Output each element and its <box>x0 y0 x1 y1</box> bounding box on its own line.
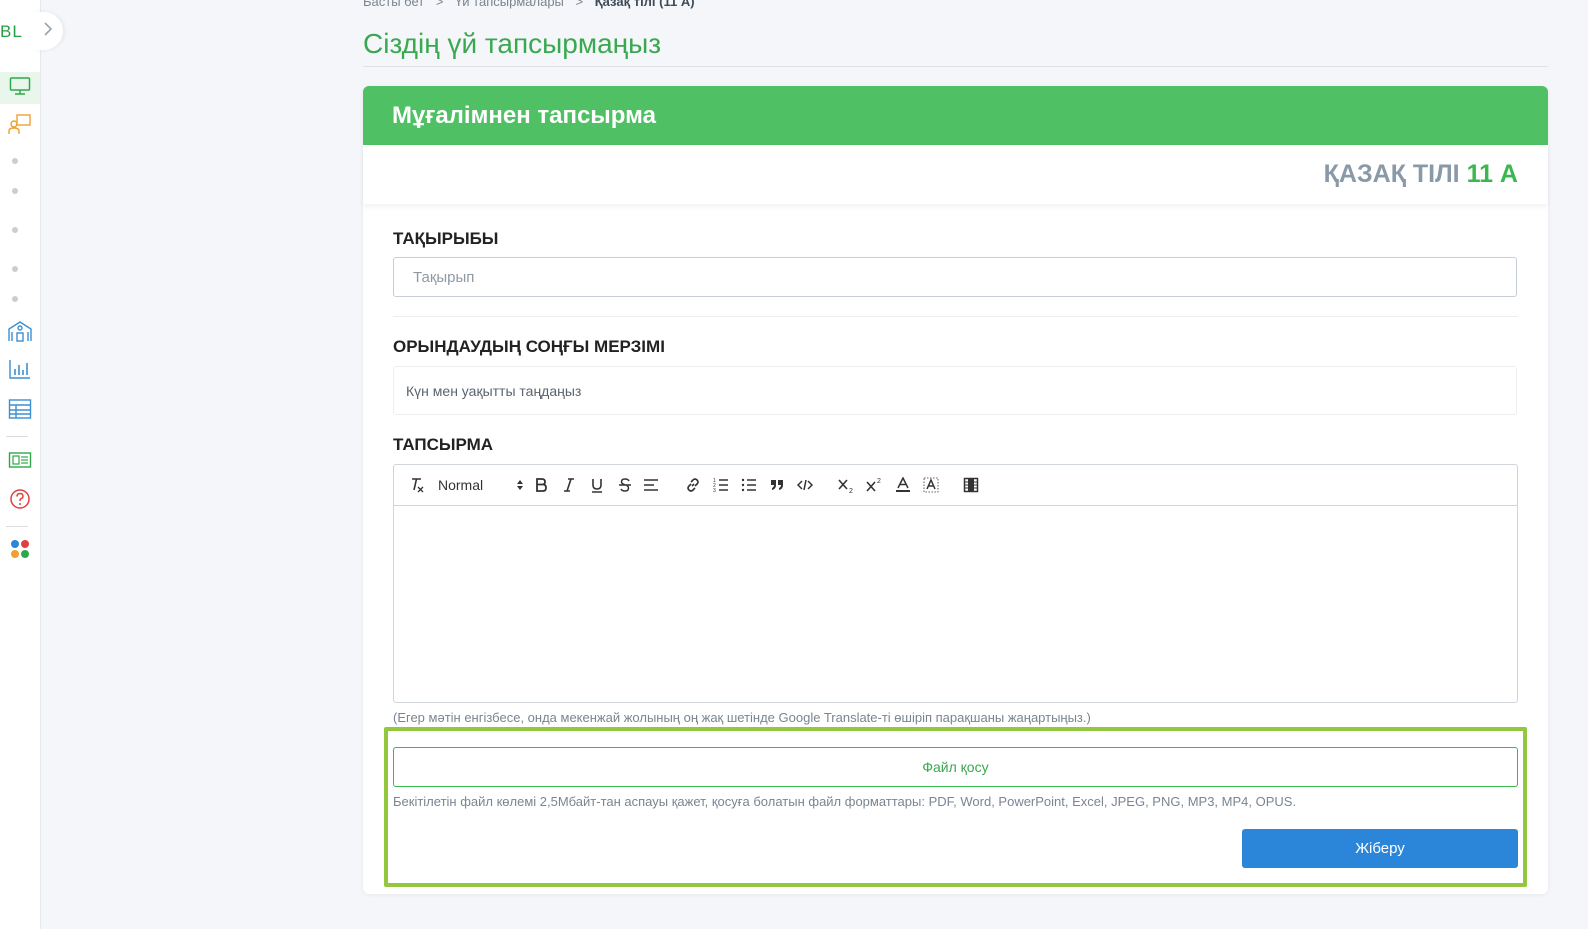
breadcrumb-separator: > <box>435 0 444 9</box>
text-color-icon[interactable] <box>894 475 912 495</box>
sidebar-toggle-button[interactable] <box>33 12 63 50</box>
ordered-list-icon[interactable]: 123 <box>712 475 730 495</box>
sidebar-item-journal[interactable] <box>0 398 40 424</box>
rich-text-editor: Normal 123 2 2 <box>393 464 1518 703</box>
breadcrumb-current: Қазақ тілі (11 А) <box>594 0 695 9</box>
code-icon[interactable] <box>796 475 814 495</box>
topic-label: ТАҚЫРЫБЫ <box>393 229 499 248</box>
app-logo[interactable]: BL <box>0 22 23 42</box>
sidebar-subitem-dot[interactable] <box>12 266 18 272</box>
teacher-board-icon <box>8 113 32 140</box>
add-file-button[interactable]: Файл қосу <box>393 747 1518 787</box>
svg-text:3: 3 <box>713 488 716 493</box>
sidebar-item-help[interactable] <box>0 488 40 515</box>
translate-hint: (Егер мәтін енгізбесе, онда мекенжай жол… <box>393 710 1091 725</box>
format-select[interactable]: Normal <box>438 475 524 495</box>
bold-icon[interactable] <box>532 475 550 495</box>
apps-icon <box>9 538 31 565</box>
page-title: Сіздің үй тапсырмаңыз <box>363 28 662 59</box>
form-divider <box>393 316 1518 317</box>
class-name: 11 А <box>1466 160 1518 188</box>
sidebar-item-dashboard[interactable] <box>0 72 40 104</box>
submit-button[interactable]: Жіберу <box>1242 829 1518 868</box>
topic-input[interactable]: Тақырып <box>393 257 1517 297</box>
svg-text:2: 2 <box>877 478 881 485</box>
subject-bar: ҚАЗАҚ ТІЛІ 11 А <box>363 145 1548 204</box>
subscript-icon[interactable]: 2 <box>838 475 856 495</box>
help-icon <box>9 488 31 515</box>
sidebar-item-news[interactable] <box>0 450 40 474</box>
deadline-label: ОРЫНДАУДЫҢ СОҢҒЫ МЕРЗІМІ <box>393 337 665 356</box>
editor-content-area[interactable] <box>394 506 1517 702</box>
sidebar-item-school[interactable] <box>0 320 40 346</box>
sidebar-item-statistics[interactable] <box>0 358 40 384</box>
breadcrumb-homeworks[interactable]: Үй тапсырмалары <box>455 0 564 9</box>
italic-icon[interactable] <box>560 475 578 495</box>
subject-name: ҚАЗАҚ ТІЛІ <box>1323 160 1460 188</box>
strikethrough-icon[interactable] <box>616 475 634 495</box>
sidebar-subitem-dot[interactable] <box>12 158 18 164</box>
subject-title: ҚАЗАҚ ТІЛІ 11 А <box>1324 160 1518 189</box>
editor-toolbar: Normal 123 2 2 <box>394 465 1517 506</box>
breadcrumb-separator: > <box>575 0 584 9</box>
sidebar: BL <box>0 0 41 929</box>
chevron-right-icon <box>43 21 53 41</box>
breadcrumb: Басты бет > Үй тапсырмалары > Қазақ тілі… <box>363 0 695 9</box>
file-requirements-note: Бекітілетін файл көлемі 2,5Мбайт-тан асп… <box>393 794 1297 809</box>
svg-text:2: 2 <box>849 488 853 493</box>
sidebar-divider <box>6 526 28 527</box>
sidebar-subitem-dot[interactable] <box>12 227 18 233</box>
background-color-icon[interactable] <box>922 475 940 495</box>
sidebar-item-apps[interactable] <box>0 539 40 563</box>
align-icon[interactable] <box>642 475 660 495</box>
bullet-list-icon[interactable] <box>740 475 758 495</box>
table-icon <box>8 398 32 425</box>
breadcrumb-home[interactable]: Басты бет <box>363 0 424 9</box>
sidebar-subitem-dot[interactable] <box>12 188 18 194</box>
monitor-icon <box>9 76 31 101</box>
card-header: Мұғалімнен тапсырма <box>363 86 1548 145</box>
select-arrows-icon <box>516 479 524 491</box>
title-divider <box>363 66 1548 67</box>
sidebar-item-lessons[interactable] <box>0 112 40 140</box>
format-select-value: Normal <box>438 477 484 493</box>
news-icon <box>8 451 32 474</box>
bar-chart-icon <box>8 358 32 385</box>
link-icon[interactable] <box>684 475 702 495</box>
card-header-title: Мұғалімнен тапсырма <box>392 102 656 129</box>
superscript-icon[interactable]: 2 <box>866 475 884 495</box>
sidebar-divider <box>6 436 28 437</box>
homework-card: Мұғалімнен тапсырма ҚАЗАҚ ТІЛІ 11 А ТАҚЫ… <box>363 86 1548 894</box>
sidebar-subitem-dot[interactable] <box>12 296 18 302</box>
clear-format-icon[interactable] <box>408 475 426 495</box>
school-building-icon <box>7 320 33 347</box>
video-icon[interactable] <box>962 475 980 495</box>
quote-icon[interactable] <box>768 475 786 495</box>
task-label: ТАПСЫРМА <box>393 435 494 454</box>
underline-icon[interactable] <box>588 475 606 495</box>
deadline-datetime-input[interactable]: Күн мен уақытты таңдаңыз <box>393 366 1517 415</box>
